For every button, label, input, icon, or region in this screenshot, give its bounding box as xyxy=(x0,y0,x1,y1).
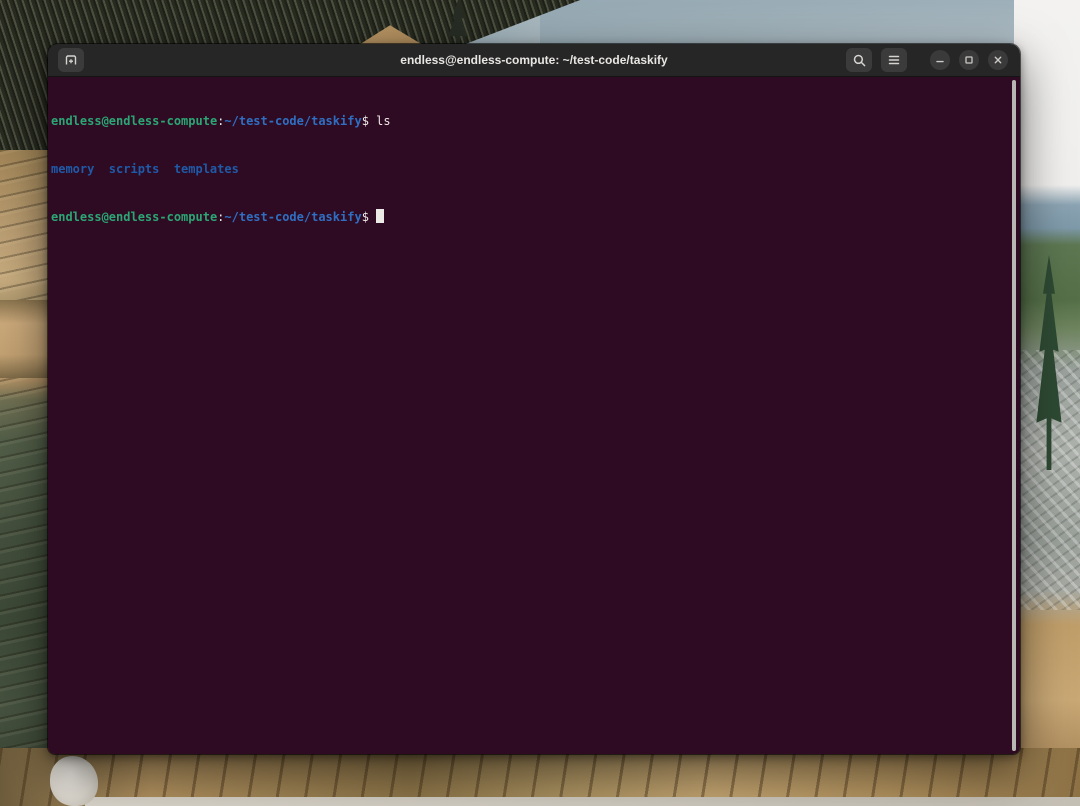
directory-entry: memory xyxy=(51,162,94,176)
close-button[interactable] xyxy=(988,50,1008,70)
close-icon xyxy=(993,55,1003,65)
directory-entry: scripts xyxy=(109,162,160,176)
search-button[interactable] xyxy=(846,48,872,72)
terminal-scrollbar[interactable] xyxy=(1012,80,1016,751)
terminal-window: endless@endless-compute: ~/test-code/tas… xyxy=(48,44,1020,754)
prompt-symbol: $ xyxy=(362,114,369,128)
prompt-user: endless@endless-compute xyxy=(51,114,217,128)
terminal-cursor xyxy=(376,209,384,223)
wallpaper-shingle-wall xyxy=(0,150,52,806)
minimize-icon xyxy=(935,55,945,65)
new-tab-icon xyxy=(63,52,79,68)
minimize-button[interactable] xyxy=(930,50,950,70)
terminal-line-prompt-2: endless@endless-compute:~/test-code/task… xyxy=(51,209,1006,225)
terminal-line-output: memory scripts templates xyxy=(51,161,1006,177)
typed-command: ls xyxy=(376,114,390,128)
terminal-line-prompt-1: endless@endless-compute:~/test-code/task… xyxy=(51,113,1006,129)
directory-entry: templates xyxy=(174,162,239,176)
wallpaper-wood-beam xyxy=(0,300,52,378)
new-tab-button[interactable] xyxy=(58,48,84,72)
menu-button[interactable] xyxy=(881,48,907,72)
prompt-user: endless@endless-compute xyxy=(51,210,217,224)
wallpaper-light-path xyxy=(85,797,1080,806)
maximize-button[interactable] xyxy=(959,50,979,70)
terminal-screen[interactable]: endless@endless-compute:~/test-code/task… xyxy=(48,77,1020,754)
window-title: endless@endless-compute: ~/test-code/tas… xyxy=(400,53,667,67)
prompt-path: ~/test-code/taskify xyxy=(224,114,361,128)
menu-icon xyxy=(887,54,901,66)
titlebar[interactable]: endless@endless-compute: ~/test-code/tas… xyxy=(48,44,1020,77)
maximize-icon xyxy=(964,55,974,65)
prompt-symbol: $ xyxy=(362,210,369,224)
search-icon xyxy=(852,53,867,68)
wallpaper-white-carving xyxy=(50,756,98,806)
prompt-path: ~/test-code/taskify xyxy=(224,210,361,224)
